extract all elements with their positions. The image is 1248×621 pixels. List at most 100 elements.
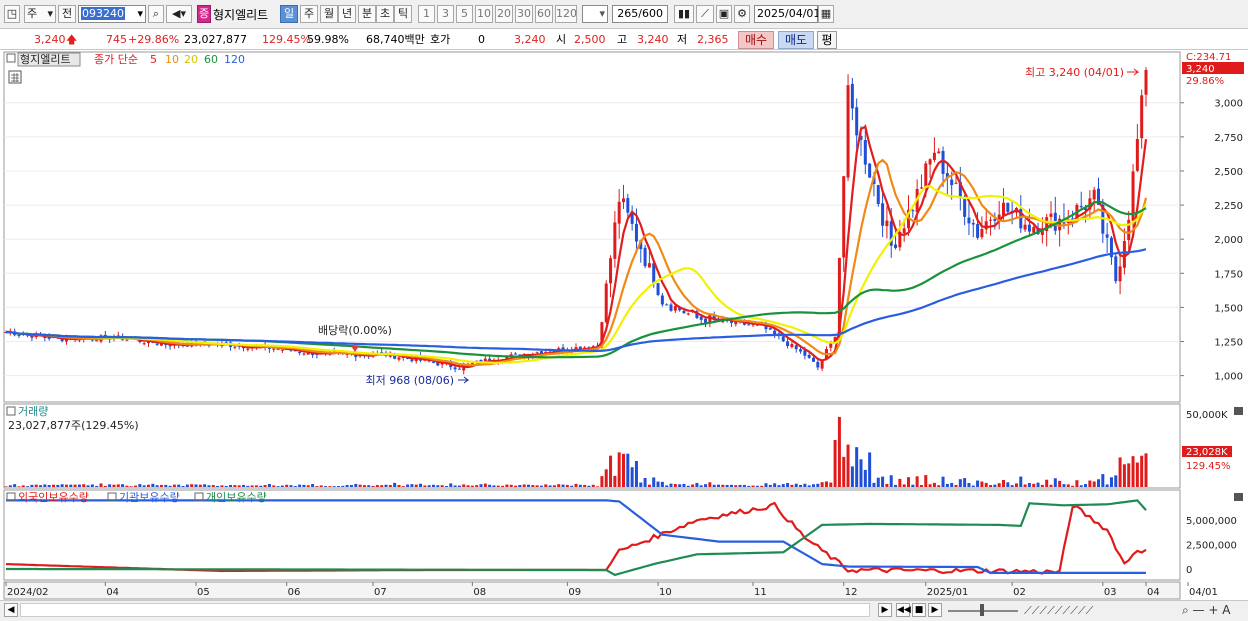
- current-price-2: 3,240: [514, 33, 546, 46]
- candle-body: [980, 229, 984, 238]
- stock-chart[interactable]: 1,000 1,250 1,500 1,750 2,000 2,250 2,500 2,750…: [0, 50, 1248, 600]
- date-label: 09: [568, 587, 581, 598]
- candle-body: [453, 367, 457, 370]
- line-tool-icon[interactable]: ⟋: [696, 5, 714, 23]
- volume-bar: [112, 484, 116, 487]
- volume-bar: [60, 484, 64, 487]
- close-panel-icon[interactable]: [1234, 407, 1243, 415]
- count-input[interactable]: 265/600: [612, 5, 668, 23]
- interval-60[interactable]: 60: [535, 5, 553, 23]
- scroll-track[interactable]: [20, 603, 870, 617]
- volume-bar: [52, 484, 55, 487]
- interval-5[interactable]: 5: [456, 5, 473, 23]
- volume-bar: [937, 485, 941, 487]
- volume-bar: [712, 484, 716, 487]
- period-tick[interactable]: 틱: [394, 5, 412, 23]
- sell-button[interactable]: 매도: [778, 31, 814, 49]
- period-year[interactable]: 년: [338, 5, 356, 23]
- volume-bar: [159, 484, 163, 487]
- volume-bar: [915, 476, 919, 487]
- interval-30[interactable]: 30: [515, 5, 533, 23]
- candle-body: [794, 345, 798, 350]
- candle-body: [142, 343, 146, 345]
- chart-tools-icon[interactable]: ⟋⟋⟋⟋⟋⟋⟋⟋⟋: [1024, 604, 1093, 618]
- volume-bar: [233, 485, 237, 487]
- volume-bar: [842, 456, 846, 487]
- interval-20[interactable]: 20: [495, 5, 513, 23]
- chart-type-icon[interactable]: ◳: [4, 5, 20, 23]
- period-month[interactable]: 월: [320, 5, 338, 23]
- volume-bar: [177, 484, 181, 487]
- zoom-controls-icon[interactable]: ⌕ — + A: [1182, 603, 1230, 618]
- chevron-down-icon: ▾: [599, 7, 605, 20]
- volume-bar: [695, 482, 699, 487]
- stop-icon[interactable]: ■: [912, 603, 926, 617]
- scroll-left-icon[interactable]: ◀: [4, 603, 18, 617]
- play-icon[interactable]: ▶: [928, 603, 942, 617]
- prev-button[interactable]: 전: [58, 5, 76, 23]
- volume-bar: [989, 484, 993, 487]
- eval-button[interactable]: 평: [817, 31, 837, 49]
- calendar-icon[interactable]: ▦: [818, 5, 834, 23]
- volume-bar: [885, 483, 889, 487]
- volume-bar: [539, 485, 543, 487]
- volume-bar: [302, 484, 306, 487]
- interval-1[interactable]: 1: [418, 5, 435, 23]
- volume-bar: [708, 482, 712, 487]
- volume-bar: [466, 485, 470, 487]
- search-icon[interactable]: ⌕: [148, 5, 164, 23]
- interval-input[interactable]: ▾: [582, 5, 608, 23]
- candle-body: [410, 359, 414, 362]
- candle-body: [604, 283, 608, 323]
- volume-bar: [570, 485, 574, 487]
- holding-tick-label: 2,500,000: [1186, 541, 1237, 552]
- close-panel-icon[interactable]: [1234, 493, 1243, 501]
- period-second[interactable]: 초: [376, 5, 394, 23]
- volume-bar: [1084, 484, 1088, 487]
- scroll-right-icon[interactable]: ▶: [878, 603, 892, 617]
- date-input[interactable]: 2025/04/01: [754, 5, 820, 23]
- volume-bar: [932, 482, 936, 487]
- volume-bar: [950, 482, 954, 487]
- volume-bar: [380, 485, 384, 487]
- volume-bar: [669, 483, 673, 487]
- volume-bar: [371, 485, 375, 487]
- bottom-scrollbar[interactable]: ◀ ▶ ◀◀ ■ ▶ ⟋⟋⟋⟋⟋⟋⟋⟋⟋ ⌕ — + A: [0, 600, 1248, 621]
- period-week[interactable]: 주: [300, 5, 318, 23]
- volume-bar: [643, 477, 647, 487]
- buy-button[interactable]: 매수: [738, 31, 774, 49]
- volume-bar: [272, 485, 276, 487]
- price-tick-label: 1,250: [1214, 338, 1243, 349]
- candle-body: [937, 151, 941, 154]
- candle-body: [855, 107, 859, 136]
- volume-bar: [237, 485, 241, 487]
- period-day[interactable]: 일: [280, 5, 298, 23]
- volume-bar: [954, 484, 958, 487]
- volume-bar: [924, 475, 928, 487]
- gear-icon[interactable]: ⚙: [734, 5, 750, 23]
- candle-icon[interactable]: ▮▮: [674, 5, 694, 23]
- legend-stock-name: 형지엘리트: [20, 53, 71, 66]
- volume-bar: [410, 484, 414, 487]
- volume-bar: [876, 477, 880, 487]
- speaker-icon[interactable]: ◀▾: [166, 5, 192, 23]
- volume-bar: [406, 484, 410, 487]
- candle-body: [885, 220, 889, 227]
- stock-code-input[interactable]: 093240 ▾: [78, 5, 146, 23]
- volume-bar: [527, 484, 530, 487]
- rewind-icon[interactable]: ◀◀: [896, 603, 911, 617]
- save-icon[interactable]: ▣: [716, 5, 732, 23]
- volume-bar: [470, 485, 474, 487]
- zoom-slider-handle[interactable]: [980, 604, 984, 616]
- interval-10[interactable]: 10: [475, 5, 493, 23]
- candle-body: [928, 159, 932, 165]
- candle-body: [924, 163, 928, 188]
- candle-body: [1027, 224, 1031, 232]
- period-minute[interactable]: 분: [358, 5, 376, 23]
- candle-body: [673, 306, 677, 311]
- interval-120[interactable]: 120: [555, 5, 577, 23]
- volume-bar: [717, 484, 720, 487]
- interval-3[interactable]: 3: [437, 5, 454, 23]
- volume-bar: [794, 483, 798, 487]
- type-select[interactable]: 주 ▾: [24, 5, 56, 23]
